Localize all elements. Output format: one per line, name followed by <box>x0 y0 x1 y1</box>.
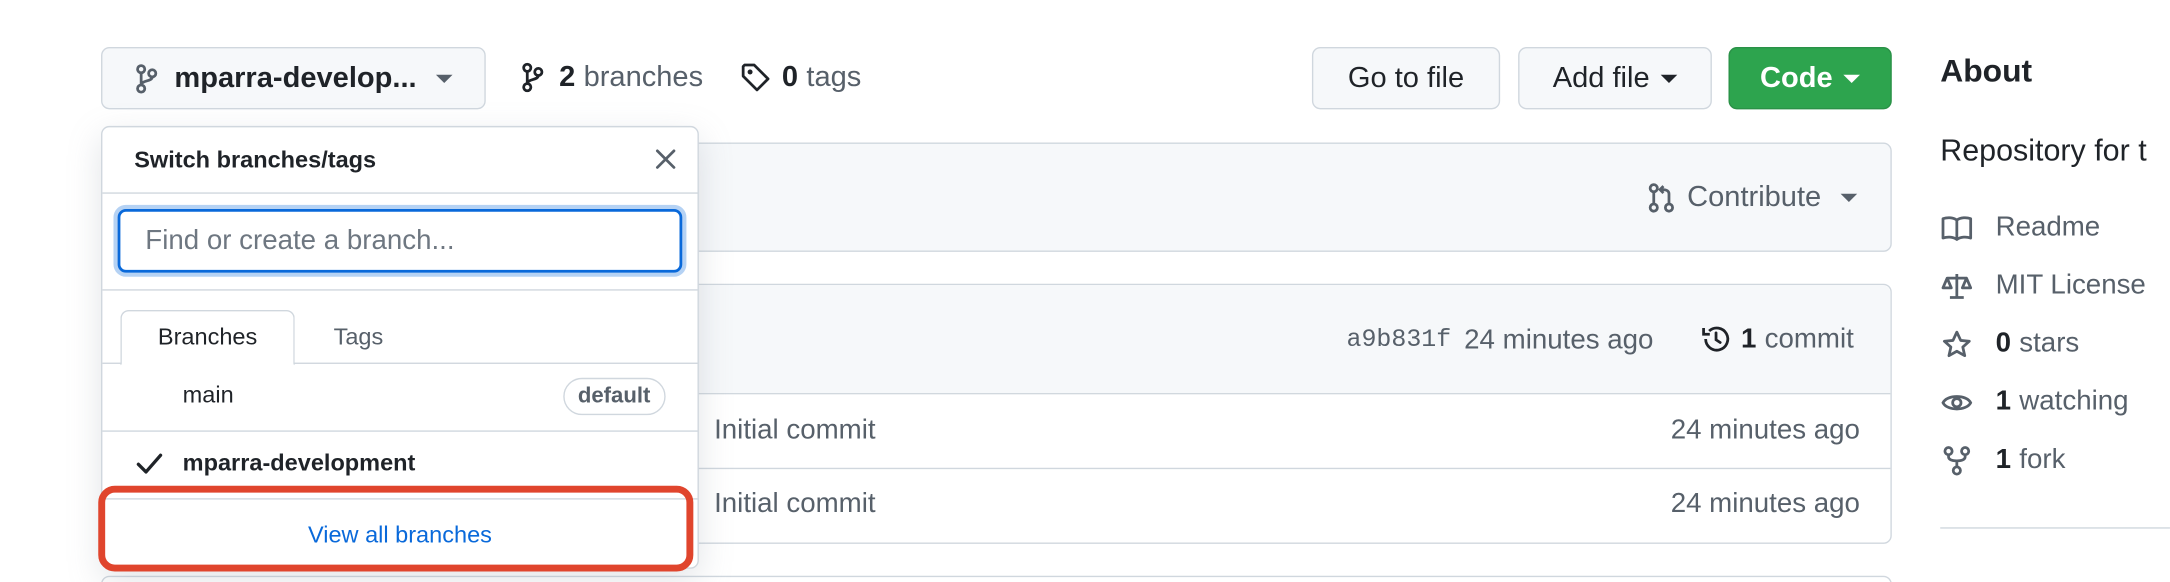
dropdown-filter <box>102 194 698 291</box>
branch-selector-label: mparra-develop... <box>174 61 417 94</box>
watching-label: watching <box>2019 386 2129 417</box>
dropdown-header: Switch branches/tags <box>102 127 698 194</box>
chevron-down-icon <box>1840 193 1858 203</box>
forks-link[interactable]: 1 fork <box>1940 444 2065 476</box>
latest-commit-bar: a9b831f 24 minutes ago 1 commit <box>682 285 1891 395</box>
file-list: a9b831f 24 minutes ago 1 commit Initial … <box>680 283 1892 544</box>
stars-count: 0 <box>1995 327 2011 359</box>
file-age: 24 minutes ago <box>1670 488 1860 519</box>
branch-item-main[interactable]: main default <box>102 364 698 432</box>
check-icon <box>136 451 164 476</box>
forks-count: 1 <box>1995 444 2011 475</box>
book-icon <box>1940 212 1973 242</box>
commit-count: 1 <box>1740 323 1757 354</box>
license-link[interactable]: MIT License <box>1940 270 2146 302</box>
branches-label: branches <box>583 60 704 93</box>
watchers-link[interactable]: 1 watching <box>1940 386 2129 418</box>
highlight-box <box>98 485 694 572</box>
divider <box>1940 527 2170 529</box>
contribute-label: Contribute <box>1687 181 1822 214</box>
branch-name: mparra-development <box>182 449 416 477</box>
code-button[interactable]: Code <box>1728 47 1892 110</box>
file-row: Initial commit 24 minutes ago <box>682 396 1891 470</box>
commit-count-label: commit <box>1764 323 1854 354</box>
readme-label: Readme <box>1995 211 2101 243</box>
close-icon[interactable] <box>653 147 678 172</box>
stars-label: stars <box>2019 327 2080 359</box>
contribute-button[interactable]: Contribute <box>1648 181 1858 214</box>
branch-name: main <box>182 381 234 409</box>
branches-link[interactable]: 2 branches <box>520 61 703 94</box>
add-file-label: Add file <box>1552 61 1650 94</box>
chevron-down-icon <box>1660 74 1678 83</box>
contribute-bar: Contribute <box>680 142 1892 252</box>
fork-icon <box>1940 445 1973 475</box>
pull-request-icon <box>1648 183 1676 213</box>
forks-label: fork <box>2019 444 2066 475</box>
star-icon <box>1940 329 1973 359</box>
branch-search-input[interactable] <box>117 208 683 273</box>
commit-hash-link[interactable]: a9b831f <box>1347 327 1452 355</box>
chevron-down-icon <box>436 74 453 83</box>
about-heading: About <box>1940 52 2033 89</box>
file-row: Initial commit 24 minutes ago <box>682 469 1890 542</box>
tags-link[interactable]: 0 tags <box>740 61 861 94</box>
watching-count: 1 <box>1995 386 2011 417</box>
stars-link[interactable]: 0 stars <box>1940 328 2079 360</box>
commit-history-link[interactable]: 1 commit <box>1699 322 1854 355</box>
branch-selector-button[interactable]: mparra-develop... <box>101 47 486 110</box>
go-to-file-label: Go to file <box>1347 61 1465 94</box>
history-icon <box>1699 322 1732 355</box>
commit-time: 24 minutes ago <box>1464 325 1654 356</box>
dropdown-tabs: Branches Tags <box>102 291 698 366</box>
tags-label: tags <box>806 60 862 93</box>
file-age: 24 minutes ago <box>1670 415 1860 446</box>
chevron-down-icon <box>1843 74 1861 83</box>
dropdown-title: Switch branches/tags <box>134 146 377 173</box>
git-branch-icon <box>136 63 158 93</box>
law-icon <box>1940 271 1973 301</box>
go-to-file-button[interactable]: Go to file <box>1311 47 1501 110</box>
tags-count: 0 <box>781 60 799 93</box>
about-description: Repository for t <box>1940 132 2147 168</box>
tab-tags[interactable]: Tags <box>296 310 421 365</box>
eye-icon <box>1940 387 1973 417</box>
git-branch-icon <box>520 62 545 93</box>
add-file-button[interactable]: Add file <box>1518 47 1712 110</box>
readme-box <box>101 575 1892 582</box>
code-label: Code <box>1759 61 1833 94</box>
default-badge: default <box>562 377 666 416</box>
tag-icon <box>740 62 770 92</box>
commit-message-link[interactable]: Initial commit <box>714 415 876 447</box>
tab-branches[interactable]: Branches <box>120 309 295 366</box>
branches-count: 2 <box>559 60 576 93</box>
readme-link[interactable]: Readme <box>1940 212 2100 244</box>
license-label: MIT License <box>1995 269 2146 301</box>
commit-message-link[interactable]: Initial commit <box>714 489 876 521</box>
